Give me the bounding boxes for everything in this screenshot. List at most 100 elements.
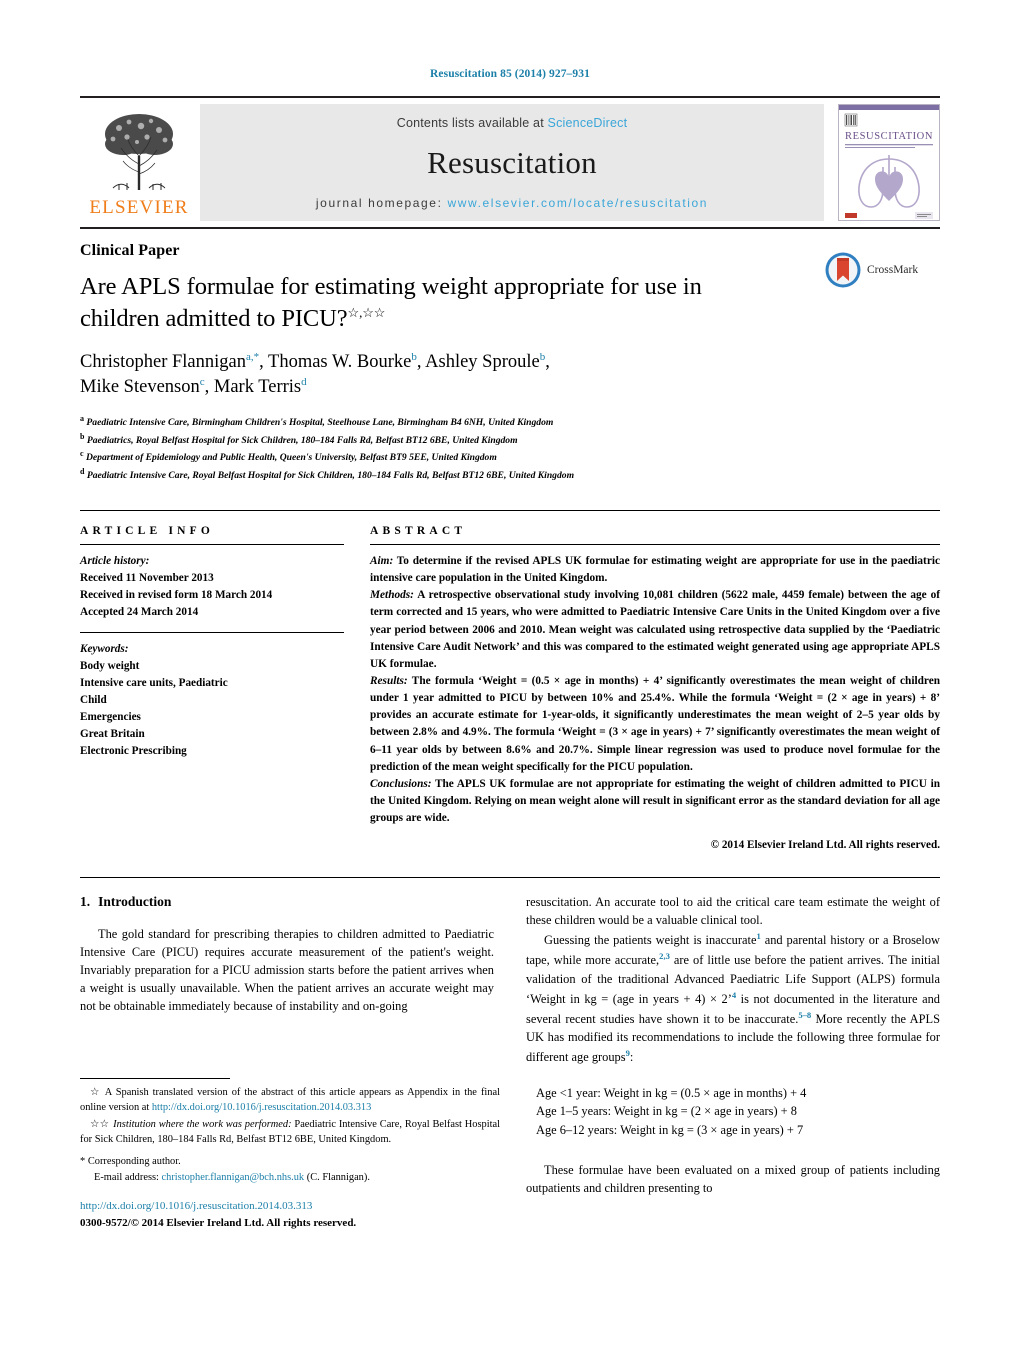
article-info-rule <box>80 543 344 545</box>
article-type-kicker: Clinical Paper <box>80 242 180 259</box>
article-page: Resuscitation 85 (2014) 927–931 ELSEVIER… <box>0 0 1020 1351</box>
body-top-rule <box>80 877 940 879</box>
author-affil-mark: b <box>411 350 417 363</box>
p2-seg-a: Guessing the patients weight is inaccura… <box>544 933 757 948</box>
banner-center: Contents lists available at ScienceDirec… <box>200 104 824 221</box>
affiliation-item: b Paediatrics, Royal Belfast Hospital fo… <box>80 431 940 449</box>
issn-copyright-line: 0300-9572/© 2014 Elsevier Ireland Ltd. A… <box>80 1216 357 1229</box>
author-affil-mark: c <box>199 376 205 389</box>
affiliation-text: Paediatric Intensive Care, Royal Belfast… <box>86 470 575 482</box>
history-item: Received 11 November 2013 <box>80 571 214 584</box>
abstract-aim: Aim: To determine if the revised APLS UK… <box>370 553 940 587</box>
info-abstract-section: ARTICLE INFO Article history: Received 1… <box>80 509 940 852</box>
abstract-body: Aim: To determine if the revised APLS UK… <box>370 553 940 828</box>
journal-cover-thumbnail[interactable]: RESUSCITATION <box>838 104 940 221</box>
keyword-item: Child <box>80 693 107 706</box>
contents-prefix: Contents lists available at <box>396 116 548 130</box>
abstract-results: Results: The formula ‘Weight = (0.5 × ag… <box>370 673 940 776</box>
abstract-conclusions: Conclusions: The APLS UK formulae are no… <box>370 776 940 827</box>
copyright-line: © 2014 Elsevier Ireland Ltd. All rights … <box>710 839 940 852</box>
article-history: Article history: Received 11 November 20… <box>80 553 344 621</box>
affiliation-text: Paediatric Intensive Care, Birmingham Ch… <box>86 417 554 429</box>
affiliation-item: a Paediatric Intensive Care, Birmingham … <box>80 413 940 431</box>
body-column-right: resuscitation. An accurate tool to aid t… <box>526 894 940 1197</box>
abstract-conclusions-text: The APLS UK formulae are not appropriate… <box>370 777 940 825</box>
affiliation-text: Department of Epidemiology and Public He… <box>85 452 497 464</box>
crossmark-label: CrossMark <box>867 264 919 276</box>
email-label: E-mail address: <box>94 1171 159 1183</box>
keyword-item: Great Britain <box>80 728 145 741</box>
abstract-aim-label: Aim: <box>370 554 394 567</box>
elsevier-tree-icon <box>105 114 173 190</box>
journal-title: Resuscitation <box>427 145 597 180</box>
section-heading-introduction: 1. Introduction <box>80 894 494 910</box>
email-suffix: (C. Flannigan). <box>304 1171 370 1183</box>
intro-paragraph-1: The gold standard for prescribing therap… <box>80 927 494 1014</box>
footnote-rule <box>80 1078 230 1079</box>
abstract-heading: ABSTRACT <box>370 524 467 537</box>
affiliation-item: c Department of Epidemiology and Public … <box>80 448 940 466</box>
author-list: Christopher Flannigana,*, Thomas W. Bour… <box>80 350 550 398</box>
journal-homepage-line: journal homepage: www.elsevier.com/locat… <box>316 196 708 210</box>
citation-ref[interactable]: 2,3 <box>659 951 670 961</box>
keyword-item: Intensive care units, Paediatric <box>80 676 228 689</box>
affiliation-mark: a <box>80 414 84 423</box>
formula-item: Age 6–12 years: Weight in kg = (3 × age … <box>536 1123 804 1138</box>
apls-formulae-block: Age <1 year: Weight in kg = (0.5 × age i… <box>526 1084 940 1140</box>
corresponding-author-text: Corresponding author. <box>87 1155 181 1167</box>
footnote-spanish-version: ☆ A Spanish translated version of the abs… <box>80 1086 500 1116</box>
footnote-institution-label: Institution where the work was performed… <box>113 1118 292 1130</box>
affiliation-list: a Paediatric Intensive Care, Birmingham … <box>80 413 940 484</box>
history-item: Received in revised form 18 March 2014 <box>80 588 273 601</box>
keywords-list: Keywords: Body weight Intensive care uni… <box>80 641 344 760</box>
abstract-column: ABSTRACT Aim: To determine if the revise… <box>370 524 940 852</box>
abstract-methods: Methods: A retrospective observational s… <box>370 587 940 673</box>
abstract-conclusions-label: Conclusions: <box>370 777 432 790</box>
abstract-aim-text: To determine if the revised APLS UK form… <box>370 554 940 585</box>
footnote-doi-link[interactable]: http://dx.doi.org/10.1016/j.resuscitatio… <box>152 1102 371 1113</box>
abstract-methods-text: A retrospective observational study invo… <box>370 589 940 670</box>
formula-item: Age 1–5 years: Weight in kg = (2 × age i… <box>536 1104 797 1119</box>
footnote-mark-asterisk: * <box>80 1155 86 1167</box>
author-affil-mark: b <box>539 350 546 363</box>
affiliation-mark: b <box>80 431 85 441</box>
keywords-divider <box>80 631 344 633</box>
keyword-item: Emergencies <box>80 711 141 723</box>
footnote-mark-double-star: ☆☆ <box>90 1118 110 1130</box>
page-title: Are APLS formulae for estimating weight … <box>80 271 780 336</box>
abstract-methods-label: Methods: <box>370 589 414 602</box>
journal-banner: ELSEVIER Contents lists available at Sci… <box>80 96 940 221</box>
keyword-item: Electronic Prescribing <box>80 745 187 758</box>
p2-seg-f: : <box>629 1049 634 1064</box>
journal-homepage-link[interactable]: www.elsevier.com/locate/resuscitation <box>447 196 708 210</box>
email-line: E-mail address: christopher.flannigan@bc… <box>80 1170 500 1186</box>
crossmark-badge[interactable]: CrossMark <box>824 251 940 289</box>
intro-paragraph-2: Guessing the patients weight is inaccura… <box>526 930 940 1067</box>
citation-ref[interactable]: 5–8 <box>798 1010 811 1020</box>
title-footnote-marks: ☆,☆☆ <box>347 305 386 321</box>
footnote-institution: ☆☆ Institution where the work was perform… <box>80 1118 500 1148</box>
email-link[interactable]: christopher.flannigan@bch.nhs.uk <box>162 1172 305 1183</box>
cover-artwork: RESUSCITATION <box>839 105 939 220</box>
footnote-mark-star: ☆ <box>90 1087 101 1098</box>
abstract-rule <box>370 543 940 545</box>
elsevier-logo: ELSEVIER <box>80 104 198 221</box>
section-title: Introduction <box>98 894 172 910</box>
doi-issn-block: http://dx.doi.org/10.1016/j.resuscitatio… <box>80 1198 500 1231</box>
formula-item: Age <1 year: Weight in kg = (0.5 × age i… <box>536 1085 807 1100</box>
intro-paragraph-1-cont: resuscitation. An accurate tool to aid t… <box>526 895 940 928</box>
running-head: Resuscitation 85 (2014) 927–931 <box>430 68 590 80</box>
author-affil-mark: d <box>301 376 307 389</box>
affiliation-text: Paediatrics, Royal Belfast Hospital for … <box>86 434 518 446</box>
history-item: Accepted 24 March 2014 <box>80 605 199 618</box>
footnotes-block: ☆ A Spanish translated version of the abs… <box>80 1078 500 1231</box>
crossmark-icon <box>825 252 861 288</box>
svg-text:RESUSCITATION: RESUSCITATION <box>845 131 933 142</box>
affiliation-mark: d <box>80 467 85 477</box>
section-number: 1. <box>80 894 91 910</box>
author-affil-mark: a,* <box>245 350 260 363</box>
abstract-results-label: Results: <box>370 674 408 687</box>
article-doi-link[interactable]: http://dx.doi.org/10.1016/j.resuscitatio… <box>80 1198 500 1215</box>
abstract-results-text: The formula ‘Weight = (0.5 × age in mont… <box>370 674 940 773</box>
sciencedirect-link[interactable]: ScienceDirect <box>548 116 628 130</box>
